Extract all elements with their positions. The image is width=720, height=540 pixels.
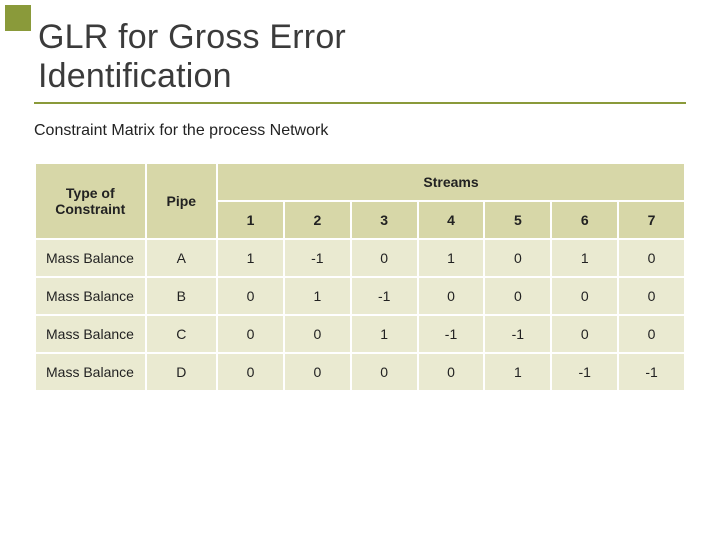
constraint-matrix-table: Type of Constraint Pipe Streams 1 2 3 4 … (34, 162, 686, 392)
col-stream-6: 6 (551, 201, 618, 239)
cell-pipe: B (146, 277, 218, 315)
cell-val: 0 (284, 353, 351, 391)
page-title: GLR for Gross Error Identification (38, 18, 686, 96)
title-line-2: Identification (38, 57, 232, 95)
col-type-of-constraint: Type of Constraint (35, 163, 146, 239)
col-stream-7: 7 (618, 201, 685, 239)
table-row: Mass Balance A 1 -1 0 1 0 1 0 (35, 239, 685, 277)
cell-val: 0 (284, 315, 351, 353)
title-line-1: GLR for Gross Error (38, 18, 346, 56)
cell-val: -1 (284, 239, 351, 277)
cell-val: -1 (351, 277, 418, 315)
cell-val: 0 (418, 277, 485, 315)
cell-val: 1 (484, 353, 551, 391)
cell-type: Mass Balance (35, 315, 146, 353)
cell-val: 1 (351, 315, 418, 353)
cell-val: 0 (484, 239, 551, 277)
cell-val: 0 (351, 239, 418, 277)
table-row: Mass Balance D 0 0 0 0 1 -1 -1 (35, 353, 685, 391)
col-stream-4: 4 (418, 201, 485, 239)
cell-val: 0 (618, 315, 685, 353)
cell-val: 0 (217, 315, 284, 353)
cell-val: 0 (217, 277, 284, 315)
title-underline (34, 102, 686, 104)
cell-val: 1 (418, 239, 485, 277)
cell-pipe: D (146, 353, 218, 391)
cell-val: 0 (484, 277, 551, 315)
cell-val: 0 (618, 239, 685, 277)
cell-val: 0 (551, 277, 618, 315)
col-pipe: Pipe (146, 163, 218, 239)
accent-square-icon (5, 5, 31, 31)
cell-val: 0 (217, 353, 284, 391)
cell-val: -1 (418, 315, 485, 353)
cell-val: 0 (618, 277, 685, 315)
table-row: Mass Balance B 0 1 -1 0 0 0 0 (35, 277, 685, 315)
cell-type: Mass Balance (35, 239, 146, 277)
table-row: Mass Balance C 0 0 1 -1 -1 0 0 (35, 315, 685, 353)
cell-val: -1 (551, 353, 618, 391)
table-header: Type of Constraint Pipe Streams 1 2 3 4 … (35, 163, 685, 239)
col-stream-2: 2 (284, 201, 351, 239)
cell-val: 0 (351, 353, 418, 391)
cell-val: 1 (217, 239, 284, 277)
cell-type: Mass Balance (35, 353, 146, 391)
cell-val: -1 (484, 315, 551, 353)
cell-pipe: A (146, 239, 218, 277)
subtitle: Constraint Matrix for the process Networ… (34, 122, 686, 140)
col-stream-3: 3 (351, 201, 418, 239)
col-streams-group: Streams (217, 163, 685, 201)
cell-type: Mass Balance (35, 277, 146, 315)
cell-val: 1 (284, 277, 351, 315)
slide: GLR for Gross Error Identification Const… (0, 0, 720, 540)
cell-val: -1 (618, 353, 685, 391)
cell-pipe: C (146, 315, 218, 353)
col-stream-1: 1 (217, 201, 284, 239)
cell-val: 1 (551, 239, 618, 277)
col-stream-5: 5 (484, 201, 551, 239)
cell-val: 0 (551, 315, 618, 353)
cell-val: 0 (418, 353, 485, 391)
